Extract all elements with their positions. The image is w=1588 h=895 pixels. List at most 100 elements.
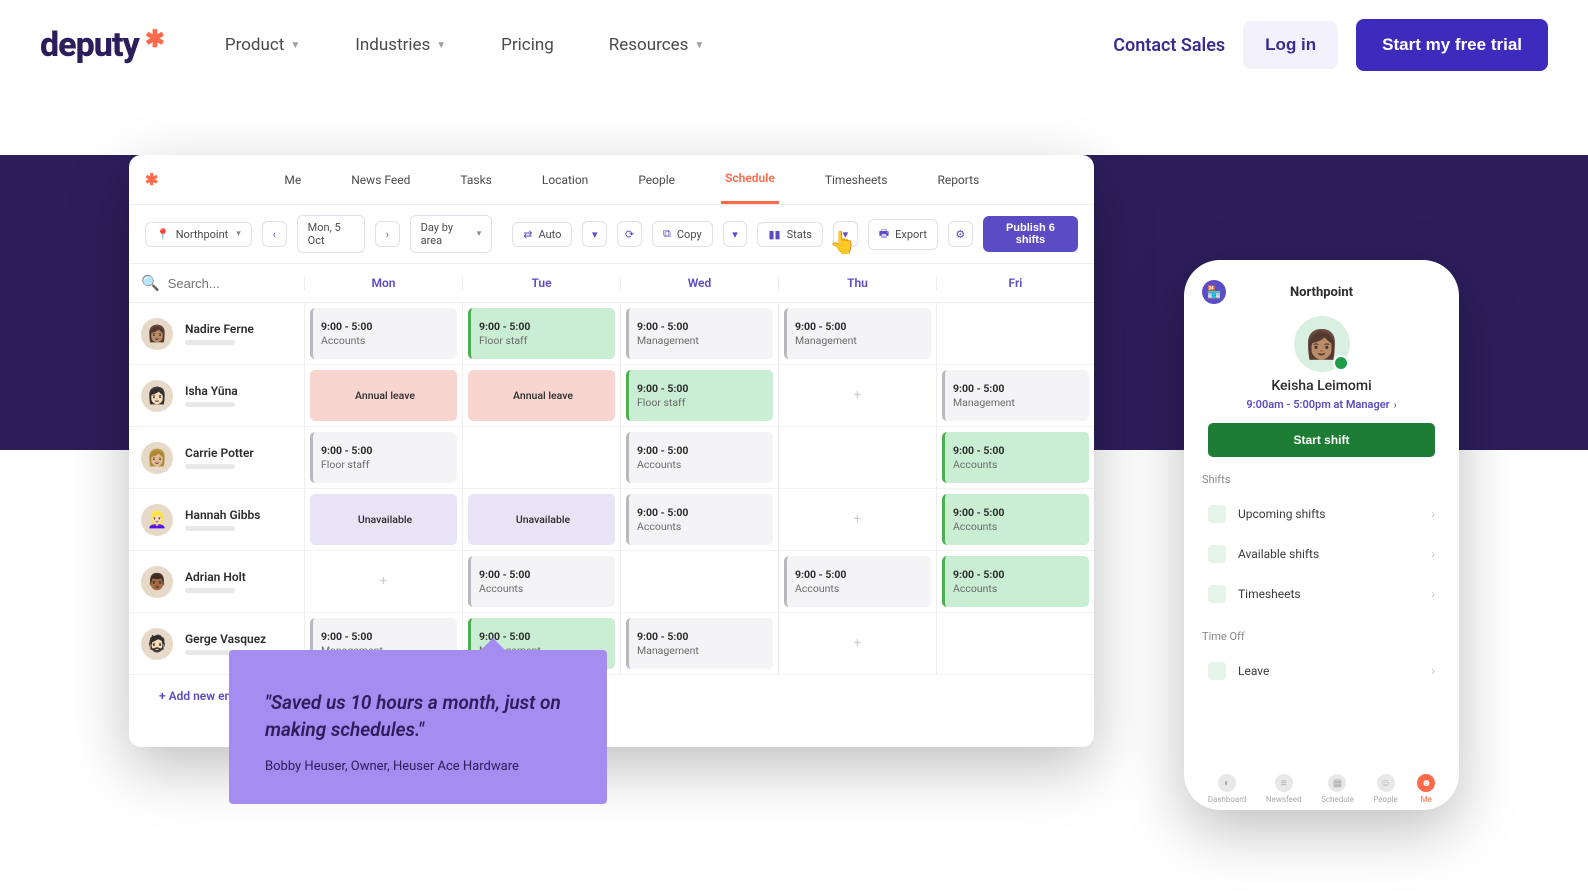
copy-dropdown[interactable]: ▾ bbox=[723, 221, 748, 247]
schedule-cell[interactable]: Annual leave bbox=[304, 365, 462, 426]
tabbar-dashboard[interactable]: ◐Dashboard bbox=[1208, 774, 1247, 804]
schedule-cell[interactable]: 9:00 - 5:00Accounts bbox=[620, 489, 778, 550]
person-cell[interactable]: 👱🏻‍♀️Hannah Gibbs bbox=[129, 489, 304, 550]
shift-card[interactable]: 9:00 - 5:00Accounts bbox=[626, 494, 773, 545]
tabbar-me[interactable]: ☻Me bbox=[1417, 774, 1435, 804]
shift-card[interactable]: Annual leave bbox=[468, 370, 615, 421]
shift-card[interactable]: 9:00 - 5:00Floor staff bbox=[626, 370, 773, 421]
store-icon[interactable]: 🏪 bbox=[1202, 280, 1226, 304]
location-dropdown[interactable]: 📍Northpoint▾ bbox=[145, 222, 252, 247]
shift-card[interactable]: 9:00 - 5:00Management bbox=[626, 308, 773, 359]
tabbar-schedule[interactable]: ▦Schedule bbox=[1321, 774, 1354, 804]
auto-button[interactable]: ⇄Auto bbox=[512, 222, 572, 247]
shift-card[interactable]: Unavailable bbox=[468, 494, 615, 545]
add-shift-icon[interactable]: + bbox=[784, 370, 931, 421]
auto-dropdown[interactable]: ▾ bbox=[582, 221, 607, 247]
shift-card[interactable]: 9:00 - 5:00Accounts bbox=[310, 308, 457, 359]
timesheets-item[interactable]: Timesheets› bbox=[1202, 574, 1441, 614]
tab-location[interactable]: Location bbox=[538, 157, 592, 203]
schedule-cell[interactable]: 9:00 - 5:00Floor staff bbox=[304, 427, 462, 488]
user-avatar[interactable]: 👩🏽 bbox=[1294, 316, 1350, 372]
copy-button[interactable]: ⧉Copy bbox=[652, 221, 713, 247]
schedule-cell[interactable]: Annual leave bbox=[462, 365, 620, 426]
tab-schedule[interactable]: Schedule bbox=[721, 155, 779, 204]
next-date-button[interactable]: › bbox=[375, 221, 400, 247]
person-cell[interactable]: 👩🏼Carrie Potter bbox=[129, 427, 304, 488]
schedule-cell[interactable]: 9:00 - 5:00Accounts bbox=[462, 551, 620, 612]
schedule-cell[interactable]: Unavailable bbox=[304, 489, 462, 550]
user-shift-link[interactable]: 9:00am - 5:00pm at Manager› bbox=[1198, 398, 1445, 411]
login-button[interactable]: Log in bbox=[1243, 21, 1338, 69]
tabbar-newsfeed[interactable]: ≡Newsfeed bbox=[1266, 774, 1302, 804]
shift-card[interactable]: 9:00 - 5:00Management bbox=[784, 308, 931, 359]
nav-product[interactable]: Product▼ bbox=[225, 35, 300, 55]
brand[interactable]: deputy ✱ bbox=[40, 25, 165, 65]
available-shifts-item[interactable]: Available shifts› bbox=[1202, 534, 1441, 574]
prev-date-button[interactable]: ‹ bbox=[262, 221, 287, 247]
tab-people[interactable]: People bbox=[634, 157, 679, 203]
schedule-cell[interactable]: 9:00 - 5:00Accounts bbox=[936, 551, 1094, 612]
shift-card[interactable]: 9:00 - 5:00Accounts bbox=[468, 556, 615, 607]
shift-card[interactable]: 9:00 - 5:00Floor staff bbox=[468, 308, 615, 359]
person-cell[interactable]: 👨🏾Adrian Holt bbox=[129, 551, 304, 612]
shift-card[interactable]: 9:00 - 5:00Accounts bbox=[942, 556, 1089, 607]
shift-card[interactable]: 9:00 - 5:00Accounts bbox=[942, 494, 1089, 545]
settings-button[interactable]: ⚙ bbox=[948, 221, 973, 247]
tab-reports[interactable]: Reports bbox=[933, 157, 983, 203]
schedule-cell[interactable] bbox=[778, 427, 936, 488]
export-button[interactable]: 🖶Export bbox=[868, 219, 938, 250]
shift-card[interactable]: Annual leave bbox=[310, 370, 457, 421]
leave-item[interactable]: Leave› bbox=[1202, 651, 1441, 691]
schedule-cell[interactable] bbox=[462, 427, 620, 488]
add-shift-icon[interactable]: + bbox=[310, 556, 457, 607]
upcoming-shifts-item[interactable]: Upcoming shifts› bbox=[1202, 494, 1441, 534]
add-shift-icon[interactable]: + bbox=[784, 618, 931, 669]
tab-me[interactable]: Me bbox=[280, 157, 305, 203]
schedule-cell[interactable]: 9:00 - 5:00Floor staff bbox=[620, 365, 778, 426]
schedule-cell[interactable]: 9:00 - 5:00Management bbox=[936, 365, 1094, 426]
free-trial-button[interactable]: Start my free trial bbox=[1356, 19, 1548, 71]
shift-card[interactable]: 9:00 - 5:00Accounts bbox=[784, 556, 931, 607]
schedule-cell[interactable] bbox=[620, 551, 778, 612]
schedule-cell[interactable]: 9:00 - 5:00Accounts bbox=[620, 427, 778, 488]
schedule-cell[interactable]: 9:00 - 5:00Accounts bbox=[304, 303, 462, 364]
stats-button[interactable]: ▮▮Stats bbox=[757, 222, 823, 247]
start-shift-button[interactable]: Start shift bbox=[1208, 423, 1435, 457]
shift-card[interactable]: 9:00 - 5:00Accounts bbox=[942, 432, 1089, 483]
shift-card[interactable]: 9:00 - 5:00Management bbox=[626, 618, 773, 669]
schedule-cell[interactable]: 9:00 - 5:00Accounts bbox=[936, 427, 1094, 488]
tab-newsfeed[interactable]: News Feed bbox=[347, 157, 414, 203]
shift-card[interactable]: 9:00 - 5:00Accounts bbox=[626, 432, 773, 483]
nav-pricing[interactable]: Pricing bbox=[501, 35, 554, 55]
schedule-cell[interactable]: 9:00 - 5:00Accounts bbox=[936, 489, 1094, 550]
tab-tasks[interactable]: Tasks bbox=[456, 157, 496, 203]
shift-card[interactable]: 9:00 - 5:00Floor staff bbox=[310, 432, 457, 483]
add-shift-icon[interactable]: + bbox=[784, 494, 931, 545]
nav-industries[interactable]: Industries▼ bbox=[355, 35, 446, 55]
schedule-cell[interactable]: + bbox=[778, 613, 936, 674]
schedule-cell[interactable]: 9:00 - 5:00Accounts bbox=[778, 551, 936, 612]
date-picker[interactable]: Mon, 5 Oct bbox=[297, 215, 365, 253]
refresh-button[interactable]: ⟳ bbox=[617, 221, 642, 247]
schedule-cell[interactable]: 9:00 - 5:00Management bbox=[620, 613, 778, 674]
person-cell[interactable]: 👩🏽Nadire Ferne bbox=[129, 303, 304, 364]
schedule-cell[interactable]: Unavailable bbox=[462, 489, 620, 550]
search-input[interactable] bbox=[168, 276, 292, 291]
nav-resources[interactable]: Resources▼ bbox=[609, 35, 705, 55]
shift-card[interactable]: 9:00 - 5:00Management bbox=[942, 370, 1089, 421]
schedule-cell[interactable] bbox=[936, 613, 1094, 674]
schedule-cell[interactable]: + bbox=[778, 489, 936, 550]
schedule-cell[interactable]: 9:00 - 5:00Management bbox=[778, 303, 936, 364]
person-cell[interactable]: 👩🏻Isha Yūna bbox=[129, 365, 304, 426]
schedule-cell[interactable]: 9:00 - 5:00Floor staff bbox=[462, 303, 620, 364]
schedule-cell[interactable]: + bbox=[304, 551, 462, 612]
tabbar-people[interactable]: ☺People bbox=[1373, 774, 1397, 804]
schedule-cell[interactable]: + bbox=[778, 365, 936, 426]
contact-sales-link[interactable]: Contact Sales bbox=[1113, 35, 1225, 56]
tab-timesheets[interactable]: Timesheets bbox=[821, 157, 892, 203]
schedule-cell[interactable] bbox=[936, 303, 1094, 364]
schedule-cell[interactable]: 9:00 - 5:00Management bbox=[620, 303, 778, 364]
view-dropdown[interactable]: Day by area▾ bbox=[410, 215, 493, 253]
shift-card[interactable]: Unavailable bbox=[310, 494, 457, 545]
publish-button[interactable]: Publish 6 shifts bbox=[983, 216, 1078, 252]
